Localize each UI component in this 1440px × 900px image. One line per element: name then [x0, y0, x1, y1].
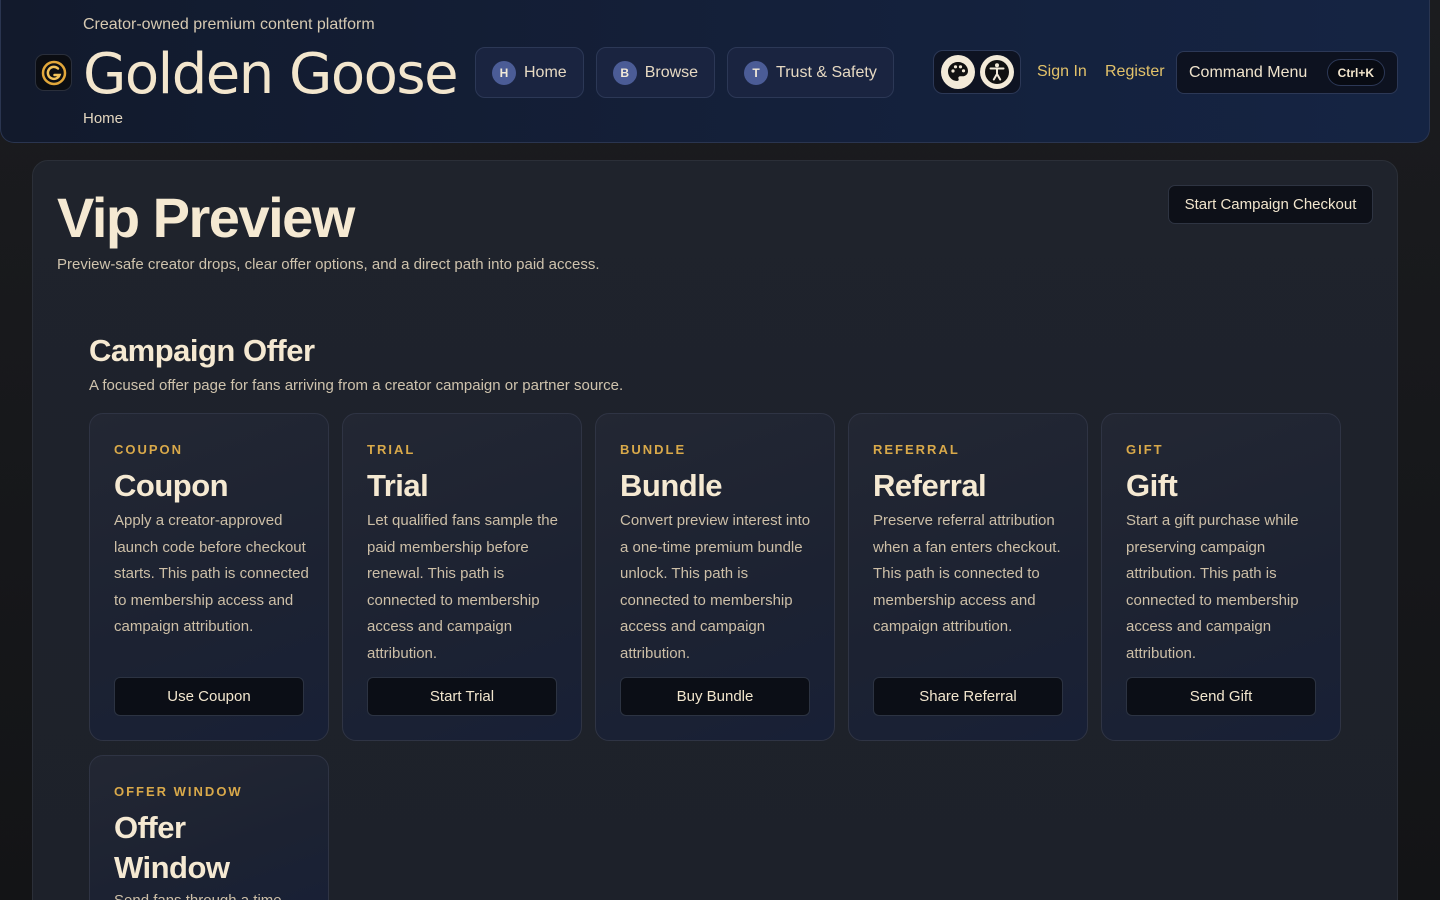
card-description: Convert preview interest into a one-time… [620, 512, 811, 662]
send-gift-button[interactable]: Send Gift [1126, 677, 1316, 716]
card-kicker: TRIAL [367, 442, 416, 457]
command-menu-label: Command Menu [1189, 63, 1308, 81]
offer-card-gift: GIFT Gift Start a gift purchase while pr… [1101, 413, 1341, 741]
offer-card-referral: REFERRAL Referral Preserve referral attr… [848, 413, 1088, 741]
palette-icon[interactable] [940, 55, 975, 89]
command-shortcut: Ctrl+K [1326, 59, 1385, 86]
offer-card-coupon: COUPON Coupon Apply a creator-approved l… [89, 413, 329, 741]
nav-home-badge: H [492, 60, 516, 85]
nav-browse[interactable]: B Browse [595, 47, 716, 98]
tagline: Creator-owned premium content platform [83, 16, 375, 33]
card-title: Trial [367, 468, 429, 503]
card-description: Start a gift purchase while preserving c… [1126, 512, 1299, 662]
card-title: Gift [1126, 468, 1178, 503]
main-nav: H Home B Browse T Trust & Safety [475, 47, 894, 98]
brand-name[interactable]: Golden Goose [83, 42, 459, 108]
card-kicker: BUNDLE [620, 442, 687, 457]
breadcrumb[interactable]: Home [83, 110, 123, 127]
command-menu-button[interactable]: Command Menu Ctrl+K [1176, 51, 1398, 94]
card-title: Referral [873, 468, 987, 503]
nav-trust-safety[interactable]: T Trust & Safety [727, 47, 894, 98]
register-link[interactable]: Register [1105, 63, 1165, 81]
nav-trust-badge: T [744, 60, 769, 85]
offer-card-offer-window: OFFER WINDOW Offer Window Send fans thro… [89, 755, 329, 900]
nav-home[interactable]: H Home [475, 47, 584, 98]
nav-browse-badge: B [612, 60, 637, 85]
offer-card-trial: TRIAL Trial Let qualified fans sample th… [342, 413, 582, 741]
nav-trust-label: Trust & Safety [776, 63, 877, 81]
offer-card-bundle: BUNDLE Bundle Convert preview interest i… [595, 413, 835, 741]
page-title: Vip Preview [57, 186, 355, 249]
utility-icons [933, 50, 1021, 94]
accessibility-icon[interactable] [979, 55, 1014, 89]
card-kicker: OFFER WINDOW [114, 784, 243, 799]
card-description: Let qualified fans sample the paid membe… [367, 512, 558, 662]
section-title: Campaign Offer [89, 333, 315, 368]
start-campaign-checkout-button[interactable]: Start Campaign Checkout [1168, 185, 1373, 224]
share-referral-button[interactable]: Share Referral [873, 677, 1063, 716]
section-subtitle: A focused offer page for fans arriving f… [89, 377, 624, 394]
sign-in-link[interactable]: Sign In [1037, 63, 1087, 81]
card-title: Bundle [620, 468, 723, 503]
nav-home-label: Home [524, 63, 567, 81]
card-description: Preserve referral attribution when a fan… [873, 512, 1061, 635]
nav-browse-label: Browse [644, 63, 699, 81]
brand-logo-icon[interactable] [35, 54, 72, 91]
card-title: Coupon [114, 468, 229, 503]
card-description: Send fans through a time- [114, 888, 310, 900]
start-trial-button[interactable]: Start Trial [367, 677, 557, 716]
top-header: Creator-owned premium content platform G… [0, 0, 1430, 143]
card-description: Apply a creator-approved launch code bef… [114, 512, 309, 635]
card-kicker: GIFT [1126, 442, 1164, 457]
card-kicker: REFERRAL [873, 442, 960, 457]
page-subtitle: Preview-safe creator drops, clear offer … [57, 256, 600, 273]
card-kicker: COUPON [114, 442, 184, 457]
card-title: Offer Window [114, 810, 230, 885]
use-coupon-button[interactable]: Use Coupon [114, 677, 304, 716]
buy-bundle-button[interactable]: Buy Bundle [620, 677, 810, 716]
